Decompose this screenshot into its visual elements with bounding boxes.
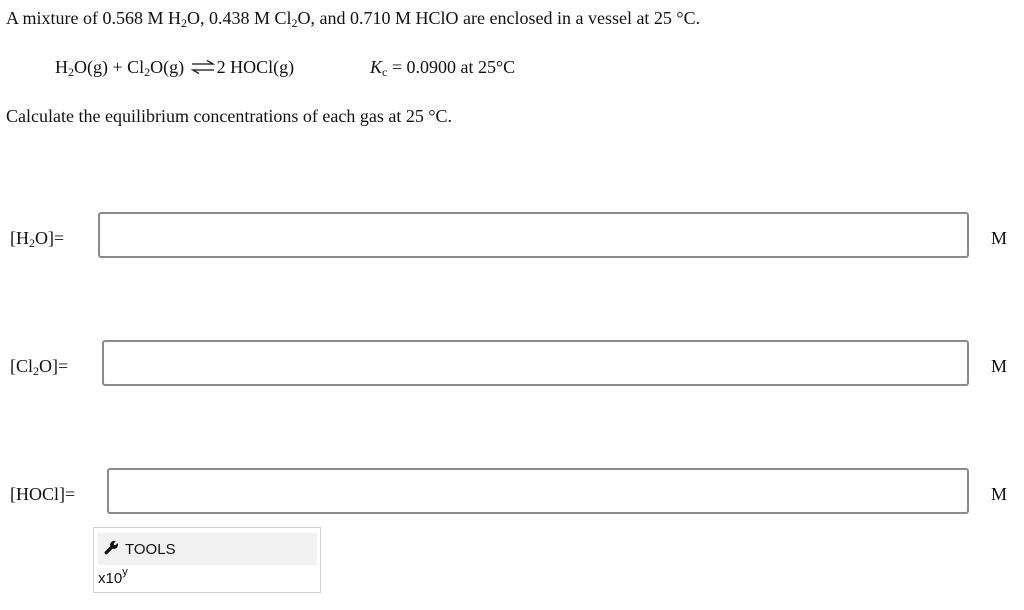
wrench-icon [104,540,125,559]
h2o-label: [H2O]= [10,228,65,250]
tools-panel: TOOLS x10y [93,527,321,593]
h2o-answer-input[interactable] [98,212,969,258]
question-prompt: Calculate the equilibrium concentrations… [6,106,453,126]
hocl-answer-input[interactable] [107,468,969,514]
tools-button[interactable]: TOOLS [98,533,317,565]
cl2o-answer-input[interactable] [102,340,969,386]
scientific-notation-button[interactable]: x10y [98,566,128,587]
problem-intro: A mixture of 0.568 M H2O, 0.438 M Cl2O, … [6,8,701,30]
tools-label: TOOLS [125,540,176,558]
equilibrium-constant: Kc = 0.0900 at 25°C [370,57,516,79]
hocl-label: [HOCl]= [10,484,76,504]
hocl-unit: M [991,484,1008,504]
cl2o-label: [Cl2O]= [10,356,69,378]
h2o-unit: M [991,228,1008,248]
reaction-equation: H2O(g) + Cl2O(g) 2 HOCl(g) [55,57,295,79]
equilibrium-arrow-icon [190,58,216,79]
cl2o-unit: M [991,356,1008,376]
